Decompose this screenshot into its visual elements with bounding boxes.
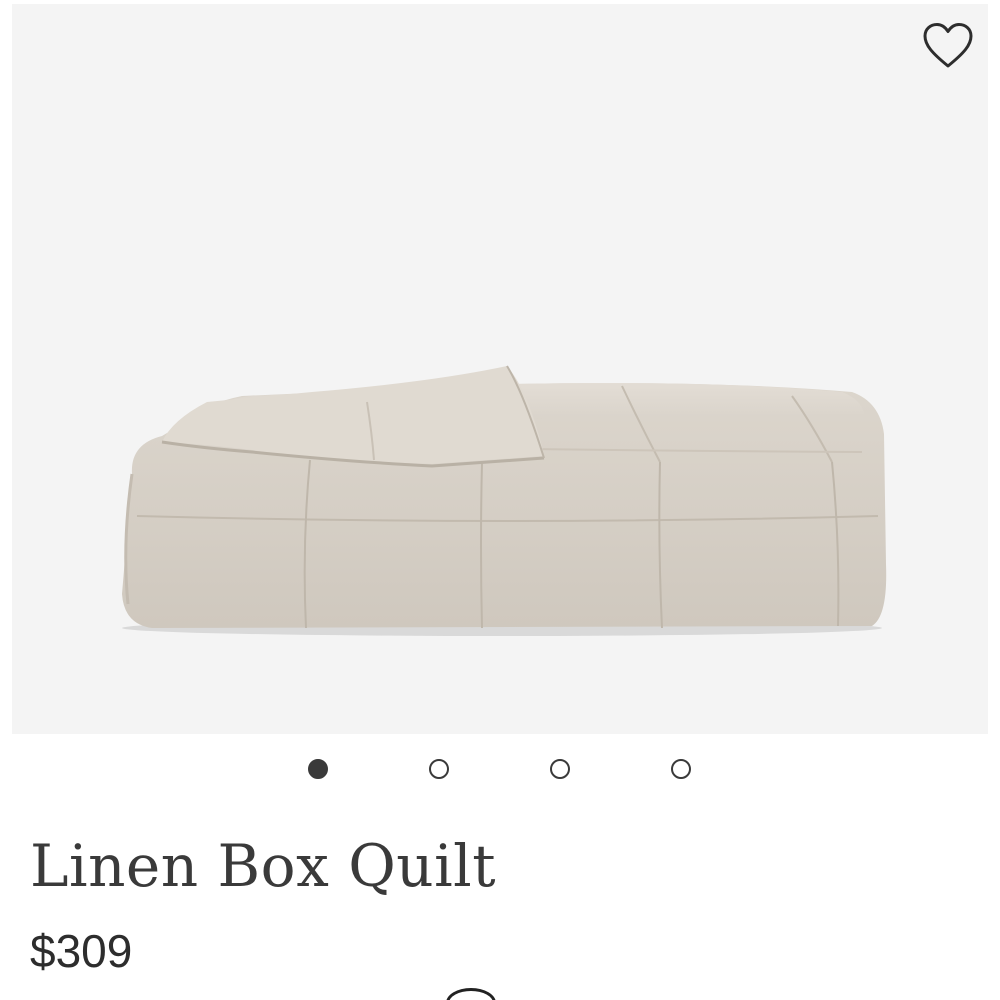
product-price: $309 xyxy=(30,925,133,977)
carousel-dot-1[interactable] xyxy=(308,759,328,779)
product-image[interactable] xyxy=(12,4,988,734)
product-title: Linen Box Quilt xyxy=(30,832,497,900)
favorite-button[interactable] xyxy=(918,16,978,76)
quilt-illustration xyxy=(122,365,887,636)
partial-control-icon[interactable] xyxy=(446,988,496,1000)
image-carousel-dots xyxy=(0,756,1000,786)
heart-outline-icon xyxy=(923,23,973,68)
carousel-dot-4[interactable] xyxy=(671,759,691,779)
carousel-dot-3[interactable] xyxy=(550,759,570,779)
product-page: Linen Box Quilt $309 xyxy=(0,0,1000,1000)
carousel-dot-2[interactable] xyxy=(429,759,449,779)
